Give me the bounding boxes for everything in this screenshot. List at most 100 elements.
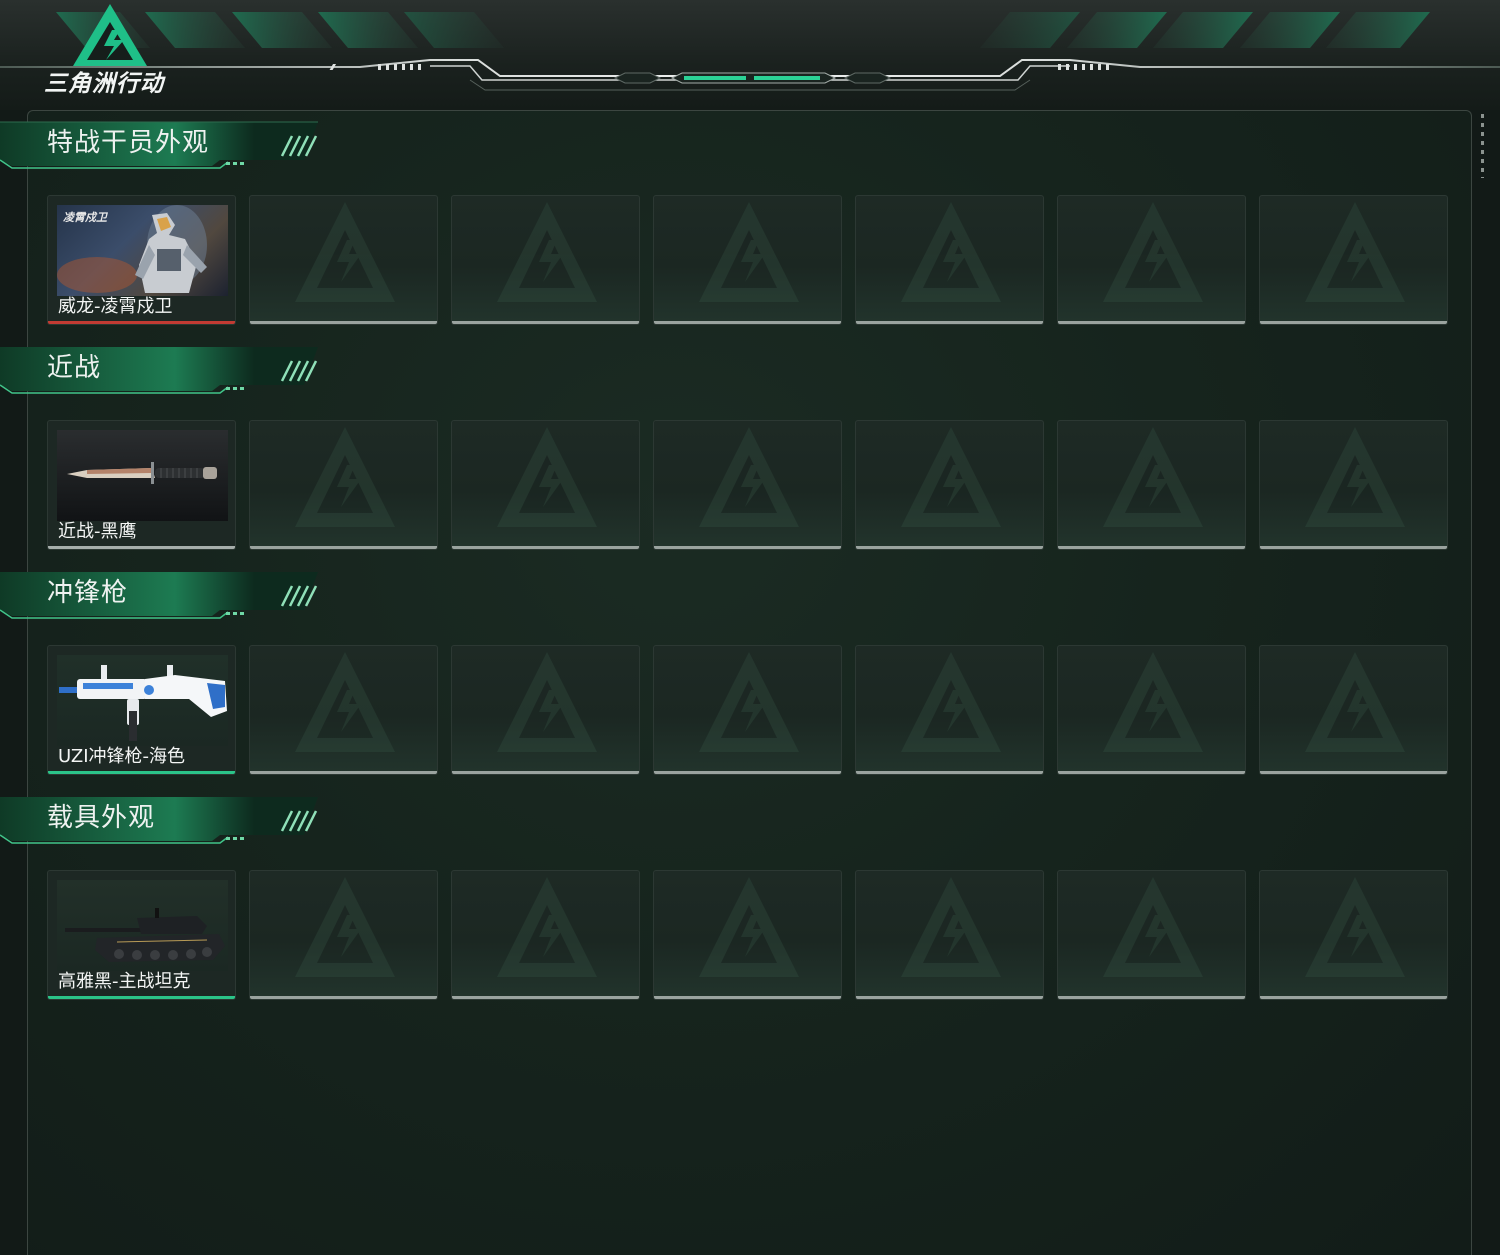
- item-slot-operator-skin[interactable]: 凌霄戍卫 威龙-凌霄戍卫: [47, 195, 236, 325]
- empty-item-slot[interactable]: [249, 870, 438, 1000]
- slot-bottom-bar: [1058, 996, 1245, 999]
- section-title: 冲锋枪: [47, 578, 129, 608]
- empty-slot-logo-icon: [497, 427, 597, 527]
- item-name: UZI冲锋枪-海色: [58, 746, 185, 767]
- rarity-bar: [48, 546, 235, 549]
- empty-item-slot[interactable]: [653, 870, 842, 1000]
- empty-slot-logo-icon: [295, 202, 395, 302]
- rarity-bar: [48, 996, 235, 999]
- item-name: 近战-黑鹰: [58, 521, 137, 542]
- empty-slot-logo-icon: [699, 652, 799, 752]
- empty-item-slot[interactable]: [1259, 195, 1448, 325]
- slot-bottom-bar: [654, 321, 841, 324]
- slot-bottom-bar: [1058, 771, 1245, 774]
- slot-bottom-bar: [856, 996, 1043, 999]
- empty-item-slot[interactable]: [855, 870, 1044, 1000]
- stripes-right: [980, 12, 1430, 48]
- item-name: 威龙-凌霄戍卫: [58, 296, 173, 317]
- slot-bottom-bar: [250, 546, 437, 549]
- empty-slot-logo-icon: [699, 427, 799, 527]
- empty-item-slot[interactable]: [1057, 420, 1246, 550]
- top-header: 三角洲行动: [0, 0, 1500, 110]
- smg-thumbnail: [57, 655, 228, 746]
- empty-item-slot[interactable]: [653, 195, 842, 325]
- empty-item-slot[interactable]: [451, 870, 640, 1000]
- empty-item-slot[interactable]: [451, 645, 640, 775]
- rarity-bar: [48, 321, 235, 324]
- empty-slot-logo-icon: [1103, 877, 1203, 977]
- section-header-operator-skins: 特战干员外观: [0, 120, 330, 174]
- slot-bottom-bar: [1260, 321, 1447, 324]
- empty-slot-logo-icon: [699, 877, 799, 977]
- logo-text: 三角洲行动: [44, 71, 164, 97]
- slot-row-vehicle-skins: 高雅黑-主战坦克: [47, 870, 1452, 1002]
- empty-slot-logo-icon: [295, 652, 395, 752]
- slot-bottom-bar: [250, 771, 437, 774]
- empty-slot-logo-icon: [1103, 427, 1203, 527]
- empty-item-slot[interactable]: [653, 645, 842, 775]
- empty-item-slot[interactable]: [249, 420, 438, 550]
- section-title: 近战: [47, 353, 102, 383]
- empty-slot-logo-icon: [497, 202, 597, 302]
- empty-item-slot[interactable]: [249, 645, 438, 775]
- rarity-bar: [48, 771, 235, 774]
- slot-bottom-bar: [250, 321, 437, 324]
- operator-skin-thumbnail: 凌霄戍卫: [57, 205, 228, 296]
- header-decoration: [0, 4, 1500, 91]
- slot-bottom-bar: [1260, 996, 1447, 999]
- empty-item-slot[interactable]: [1057, 645, 1246, 775]
- section-header-melee: 近战: [0, 345, 330, 399]
- empty-slot-logo-icon: [497, 877, 597, 977]
- empty-slot-logo-icon: [295, 427, 395, 527]
- header-hatches-right: [1058, 64, 1109, 70]
- slot-bottom-bar: [856, 321, 1043, 324]
- empty-item-slot[interactable]: [451, 420, 640, 550]
- slot-bottom-bar: [856, 546, 1043, 549]
- slot-bottom-bar: [452, 546, 639, 549]
- empty-item-slot[interactable]: [1259, 645, 1448, 775]
- item-name: 高雅黑-主战坦克: [58, 971, 191, 992]
- empty-slot-logo-icon: [901, 427, 1001, 527]
- empty-slot-logo-icon: [901, 652, 1001, 752]
- slot-bottom-bar: [1260, 546, 1447, 549]
- empty-item-slot[interactable]: [249, 195, 438, 325]
- empty-item-slot[interactable]: [1057, 195, 1246, 325]
- slot-bottom-bar: [452, 321, 639, 324]
- slot-bottom-bar: [250, 996, 437, 999]
- empty-item-slot[interactable]: [1259, 420, 1448, 550]
- slot-bottom-bar: [1058, 321, 1245, 324]
- slot-bottom-bar: [654, 996, 841, 999]
- slot-bottom-bar: [654, 771, 841, 774]
- slot-bottom-bar: [452, 771, 639, 774]
- empty-item-slot[interactable]: [1057, 870, 1246, 1000]
- empty-slot-logo-icon: [1103, 652, 1203, 752]
- slot-row-smg: UZI冲锋枪-海色: [47, 645, 1452, 777]
- empty-item-slot[interactable]: [1259, 870, 1448, 1000]
- header-center-indicator: [613, 72, 892, 84]
- section-title: 特战干员外观: [47, 128, 210, 158]
- scrollbar-thumb[interactable]: [1481, 114, 1484, 178]
- empty-slot-logo-icon: [901, 202, 1001, 302]
- section-header-smg: 冲锋枪: [0, 570, 330, 624]
- empty-slot-logo-icon: [901, 877, 1001, 977]
- empty-item-slot[interactable]: [653, 420, 842, 550]
- item-slot-melee[interactable]: 近战-黑鹰: [47, 420, 236, 550]
- empty-item-slot[interactable]: [855, 195, 1044, 325]
- slot-row-melee: 近战-黑鹰: [47, 420, 1452, 552]
- slot-row-operator-skins: 凌霄戍卫 威龙-凌霄戍卫: [47, 195, 1452, 327]
- empty-item-slot[interactable]: [855, 420, 1044, 550]
- empty-item-slot[interactable]: [855, 645, 1044, 775]
- empty-slot-logo-icon: [295, 877, 395, 977]
- slot-bottom-bar: [856, 771, 1043, 774]
- tank-thumbnail: [57, 880, 228, 971]
- slot-bottom-bar: [654, 546, 841, 549]
- empty-slot-logo-icon: [1305, 877, 1405, 977]
- empty-slot-logo-icon: [1305, 652, 1405, 752]
- slot-bottom-bar: [1058, 546, 1245, 549]
- item-slot-smg[interactable]: UZI冲锋枪-海色: [47, 645, 236, 775]
- empty-item-slot[interactable]: [451, 195, 640, 325]
- slot-bottom-bar: [1260, 771, 1447, 774]
- empty-slot-logo-icon: [699, 202, 799, 302]
- item-slot-vehicle-skin[interactable]: 高雅黑-主战坦克: [47, 870, 236, 1000]
- section-title: 载具外观: [47, 803, 156, 833]
